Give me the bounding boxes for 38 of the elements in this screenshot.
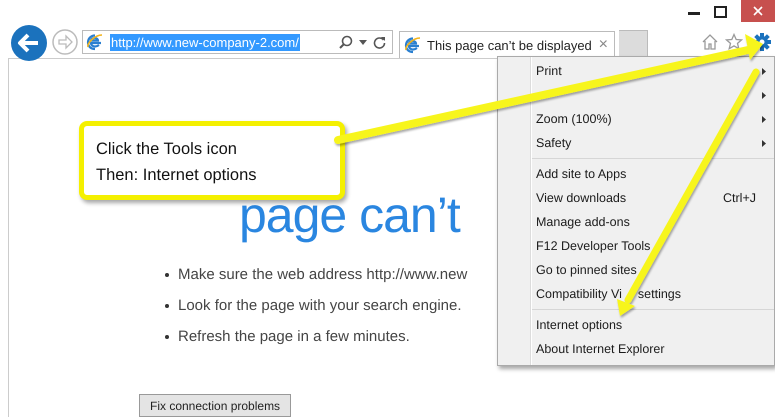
callout-text: Then: Internet options (96, 165, 258, 186)
bullet-icon (165, 272, 169, 276)
submenu-arrow-icon (762, 116, 766, 122)
tab-close-button[interactable]: × (598, 36, 608, 54)
bullet-text: Refresh the page in a few minutes. (178, 328, 410, 345)
menu-item[interactable]: Add site to Apps (498, 162, 774, 186)
dropdown-icon[interactable] (359, 40, 367, 44)
callout-text: Click the Tools icon (96, 139, 238, 160)
submenu-arrow-icon (762, 68, 766, 74)
home-icon[interactable] (701, 33, 719, 51)
bullet-icon (165, 304, 169, 308)
close-button[interactable] (741, 0, 775, 22)
menu-item[interactable]: Safety (498, 131, 774, 155)
url-text: http://www.new-company-2.com/ (110, 34, 300, 50)
back-button[interactable] (10, 24, 48, 62)
close-icon (753, 6, 763, 16)
menu-item[interactable]: Print (498, 59, 774, 83)
fix-connection-button[interactable]: Fix connection problems (139, 394, 292, 417)
menu-item[interactable]: F12 Developer Tools (498, 234, 774, 258)
menu-item[interactable]: Internet options (498, 313, 774, 337)
menu-item[interactable]: View downloads Ctrl+J (498, 186, 774, 210)
maximize-icon[interactable] (714, 6, 727, 18)
bullet-text: Look for the page with your search engine. (178, 297, 462, 314)
menu-item[interactable]: Compatibility Vi settings (498, 282, 774, 306)
browser-logo-icon (86, 33, 104, 51)
refresh-icon[interactable] (373, 36, 386, 48)
bullet-text: Make sure the web address http://www.new (178, 266, 468, 283)
search-icon[interactable] (339, 35, 353, 49)
browser-logo-icon (404, 36, 422, 54)
bullet-icon (165, 334, 169, 338)
menu-item[interactable]: Go to pinned sites (498, 258, 774, 282)
error-heading: page can’t (239, 186, 460, 245)
menu-item[interactable]: About Internet Explorer (498, 337, 774, 361)
menu-item[interactable]: Manage add-ons (498, 210, 774, 234)
star-icon[interactable] (725, 33, 743, 51)
menu-item[interactable]: Zoom (100%) (498, 107, 774, 131)
submenu-arrow-icon (762, 92, 766, 98)
submenu-arrow-icon (762, 140, 766, 146)
